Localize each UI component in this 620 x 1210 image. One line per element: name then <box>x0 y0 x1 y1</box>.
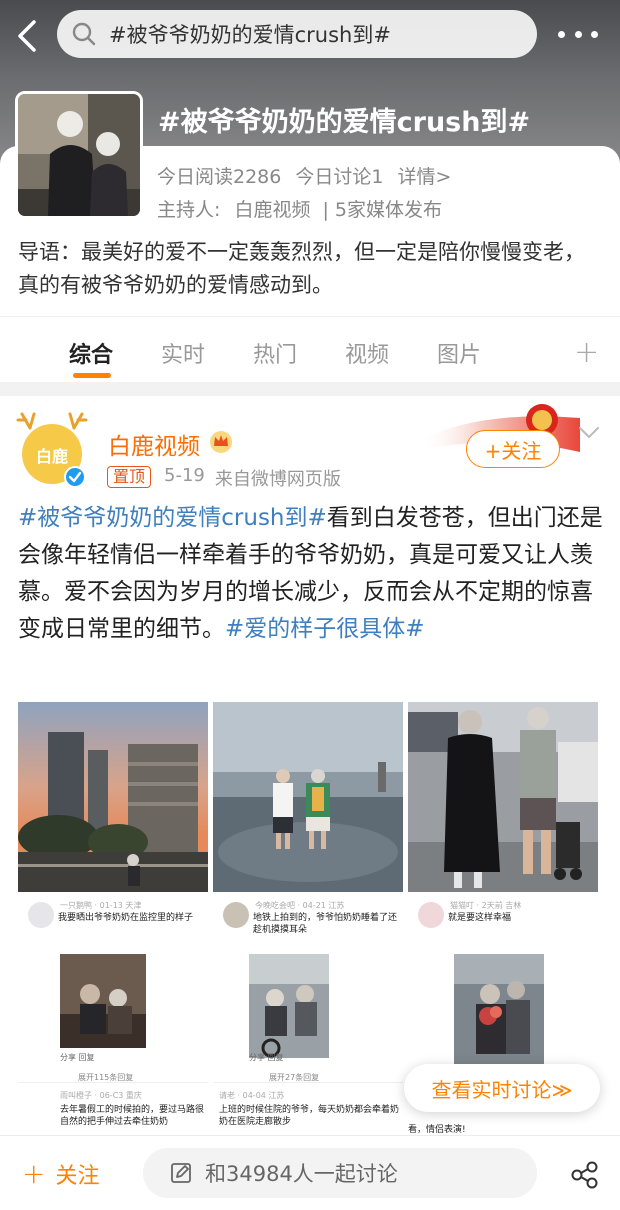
back-button[interactable] <box>10 16 46 56</box>
plus-icon: + <box>22 1157 46 1190</box>
dot-icon <box>558 30 565 38</box>
screenshot-actions: 分享 回复 <box>60 1053 95 1062</box>
screenshot-actions: 分享 回复 <box>249 1053 284 1062</box>
screenshot-header: 猫猫叮 · 2天前 吉林 就是要这样幸福 <box>408 896 598 948</box>
today-reads: 今日阅读2286 <box>157 166 282 188</box>
screenshot-header: 一只鹅鸭 · 01-13 天津 我要晒出爷爷奶奶在监控里的样子 <box>18 896 208 948</box>
screenshot-header: 今晚吃会吧 · 04-21 江苏 地铁上拍到的，爷爷怕奶奶睡着了还趁机摸摸耳朵 <box>213 896 403 948</box>
dot-icon <box>574 30 582 38</box>
tab-images[interactable]: 图片 <box>437 337 481 369</box>
tab-comprehensive[interactable]: 综合 <box>69 337 113 369</box>
post-image-beach-walk[interactable] <box>213 702 403 892</box>
post-image-street-couple[interactable] <box>408 702 598 892</box>
weibo-post: 白鹿 白鹿视频 置顶 5-19 来自微博网页版 +关注 #被爷爷奶奶的爱情cru… <box>0 396 620 1176</box>
hashtag-link[interactable]: #被爷爷奶奶的爱情crush到# <box>18 505 327 531</box>
post-meta: 5-19 来自微博网页版 <box>164 465 341 491</box>
comment-screenshot-2[interactable]: 今晚吃会吧 · 04-21 江苏 地铁上拍到的，爷爷怕奶奶睡着了还趁机摸摸耳朵 … <box>213 896 403 1136</box>
follow-button[interactable]: +关注 <box>466 430 560 468</box>
avatar-text: 白鹿 <box>36 447 68 466</box>
post-image-sunset-buildings[interactable] <box>18 702 208 892</box>
more-options-button[interactable] <box>558 22 598 46</box>
chevron-down-icon[interactable] <box>578 426 600 440</box>
host-label: 主持人: <box>157 199 221 221</box>
edit-icon <box>171 1163 191 1183</box>
share-icon[interactable] <box>570 1160 600 1190</box>
screenshot-meta: 今晚吃会吧 · 04-21 江苏 <box>255 901 345 910</box>
tab-hot[interactable]: 热门 <box>253 337 297 369</box>
bottom-follow-label: 关注 <box>55 1164 100 1189</box>
topic-cover-image[interactable] <box>15 91 143 219</box>
divider <box>213 1082 403 1083</box>
screenshot-text: 我要晒出爷爷奶奶在监控里的样子 <box>58 913 194 923</box>
tab-video[interactable]: 视频 <box>345 337 389 369</box>
topic-title: #被爷爷奶奶的爱情crush到# <box>158 107 531 138</box>
search-icon <box>72 22 96 46</box>
screenshot-meta: 猫猫叮 · 2天前 吉林 <box>450 901 522 910</box>
topic-stats: 今日阅读2286 今日讨论1 详情> <box>157 162 451 189</box>
divider <box>18 1082 208 1083</box>
screenshot-meta: 雨叫橙子 · 06-C3 重庆 <box>60 1091 142 1100</box>
dot-icon <box>591 30 598 38</box>
tab-realtime[interactable]: 实时 <box>161 337 205 369</box>
screenshot-photo <box>60 954 146 1048</box>
bottom-follow-button[interactable]: + 关注 <box>22 1158 99 1190</box>
chevron-left-icon <box>18 20 36 52</box>
search-bar[interactable] <box>57 10 537 58</box>
post-text: #被爷爷奶奶的爱情crush到#看到白发苍苍，但出门还是会像年轻情侣一样牵着手的… <box>18 500 604 648</box>
screenshot-text: 地铁上拍到的，爷爷怕奶奶睡着了还趁机摸摸耳朵 <box>253 913 398 935</box>
active-tab-indicator <box>73 373 111 378</box>
screenshot-meta: 一只鹅鸭 · 01-13 天津 <box>60 901 142 910</box>
bottom-bar: + 关注 和34984人一起讨论 <box>0 1135 620 1210</box>
commenter-avatar <box>418 902 444 928</box>
section-divider <box>0 382 620 396</box>
topic-tabs: 综合 实时 热门 视频 图片 + <box>0 316 620 382</box>
author-name[interactable]: 白鹿视频 <box>108 427 200 461</box>
commenter-avatar <box>28 902 54 928</box>
add-tab-button[interactable]: + <box>574 335 599 370</box>
screenshot-photo <box>249 954 329 1058</box>
media-count[interactable]: 5家媒体发布 <box>335 199 442 221</box>
topic-intro: 导语：最美好的爱不一定轰轰烈烈，但一定是陪你慢慢变老，真的有被爷爷奶奶的爱情感动… <box>18 240 585 297</box>
screenshot-text: 去年暑假工的时候拍的，要过马路很自然的把手伸过去牵住奶奶 <box>60 1105 205 1127</box>
details-link[interactable]: 详情> <box>397 162 451 189</box>
verified-badge-icon <box>64 466 86 488</box>
post-date: 5-19 <box>164 465 205 486</box>
screenshot-meta: 请老 · 04-04 江苏 <box>219 1091 285 1100</box>
host-name[interactable]: 白鹿视频 <box>234 199 310 221</box>
screenshot-text: 上班的时候住院的爷爷，每天奶奶都会牵着奶奶在医院走廊散步 <box>219 1105 400 1127</box>
discuss-input[interactable]: 和34984人一起讨论 <box>143 1148 537 1198</box>
screenshot-text: 就是要这样幸福 <box>448 913 512 923</box>
commenter-avatar <box>223 902 249 928</box>
crown-icon <box>210 431 232 453</box>
screenshot-photo <box>454 954 544 1074</box>
view-live-discussion-button[interactable]: 查看实时讨论≫ <box>404 1064 600 1112</box>
topic-host: 主持人: 白鹿视频 | 5家媒体发布 <box>157 195 442 222</box>
today-discussions: 今日讨论1 <box>295 166 384 188</box>
discuss-placeholder: 和34984人一起讨论 <box>205 1162 398 1186</box>
pinned-badge: 置顶 <box>107 466 152 488</box>
hashtag-link[interactable]: #爱的样子很具体# <box>225 616 425 642</box>
host-separator: | <box>322 199 329 221</box>
post-source: 来自微博网页版 <box>214 469 341 490</box>
comment-screenshot-1[interactable]: 一只鹅鸭 · 01-13 天津 我要晒出爷爷奶奶在监控里的样子 分享 回复 展开… <box>18 896 208 1136</box>
search-input[interactable] <box>109 22 509 46</box>
